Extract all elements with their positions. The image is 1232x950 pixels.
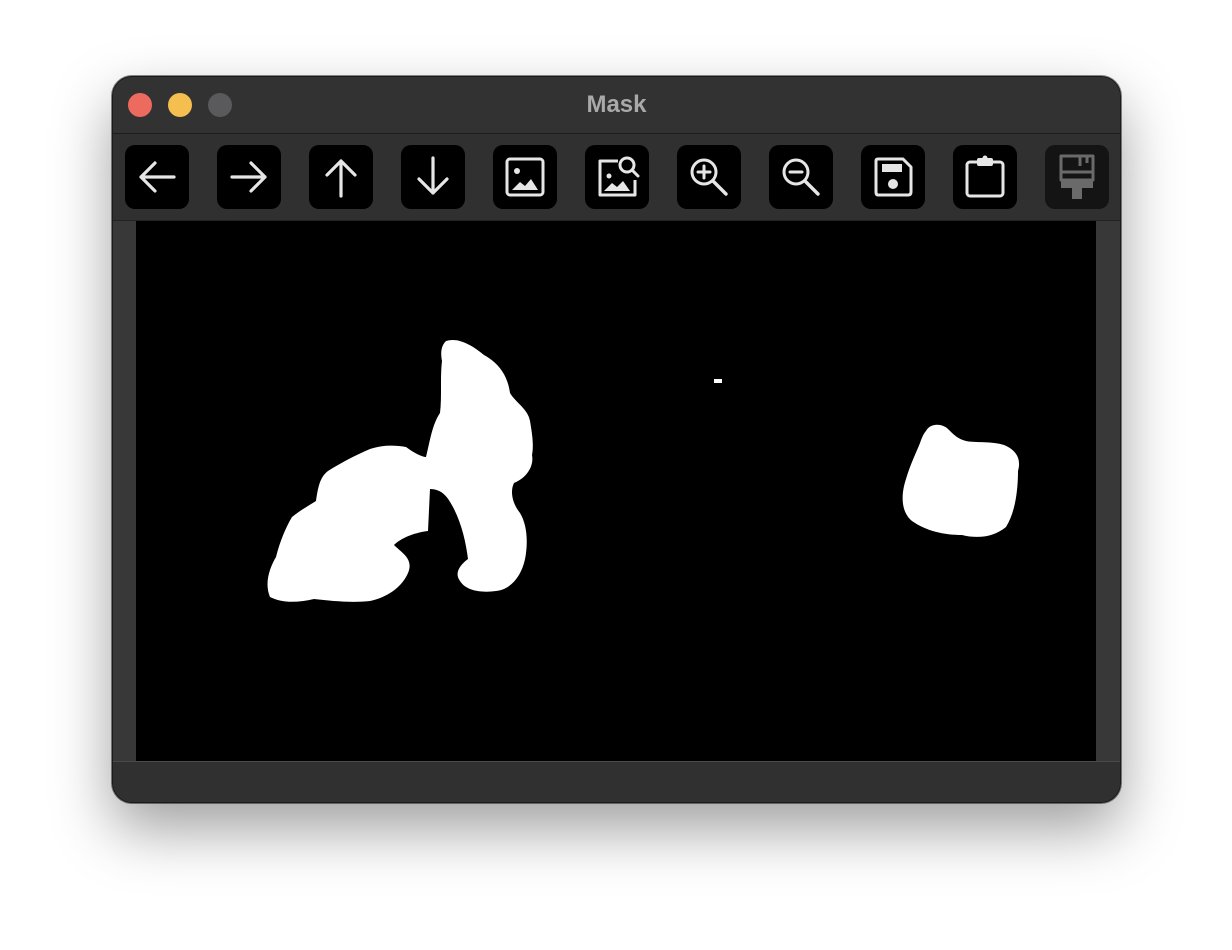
image-button[interactable] (493, 145, 557, 209)
mask-window: Mask (112, 76, 1121, 803)
zoom-out-icon (782, 158, 820, 196)
arrow-right-icon (230, 161, 267, 193)
status-bar (113, 761, 1120, 802)
image-search-button[interactable] (585, 145, 649, 209)
arrow-up-icon (325, 159, 357, 198)
back-button[interactable] (125, 145, 189, 209)
clipboard-button[interactable] (953, 145, 1017, 209)
left-gutter (113, 221, 136, 761)
image-search-icon (598, 156, 640, 197)
zoom-in-button[interactable] (677, 145, 741, 209)
save-button[interactable] (861, 145, 925, 209)
up-button[interactable] (309, 145, 373, 209)
paint-brush-icon (1059, 154, 1095, 199)
mask-canvas[interactable] (136, 221, 1096, 761)
clipboard-icon (965, 155, 1005, 198)
toolbar (113, 134, 1120, 221)
save-icon (874, 157, 913, 197)
image-icon (505, 157, 545, 197)
window-title: Mask (586, 91, 647, 118)
paint-brush-button[interactable] (1045, 145, 1109, 209)
mask-region-speck (714, 379, 722, 383)
down-button[interactable] (401, 145, 465, 209)
forward-button[interactable] (217, 145, 281, 209)
mask-image (136, 221, 1096, 761)
right-gutter (1096, 221, 1120, 761)
zoom-in-icon (690, 158, 728, 196)
title-bar[interactable]: Mask (113, 77, 1120, 134)
mask-view (113, 221, 1120, 761)
arrow-left-icon (139, 161, 176, 193)
zoom-out-button[interactable] (769, 145, 833, 209)
arrow-down-icon (417, 156, 449, 195)
